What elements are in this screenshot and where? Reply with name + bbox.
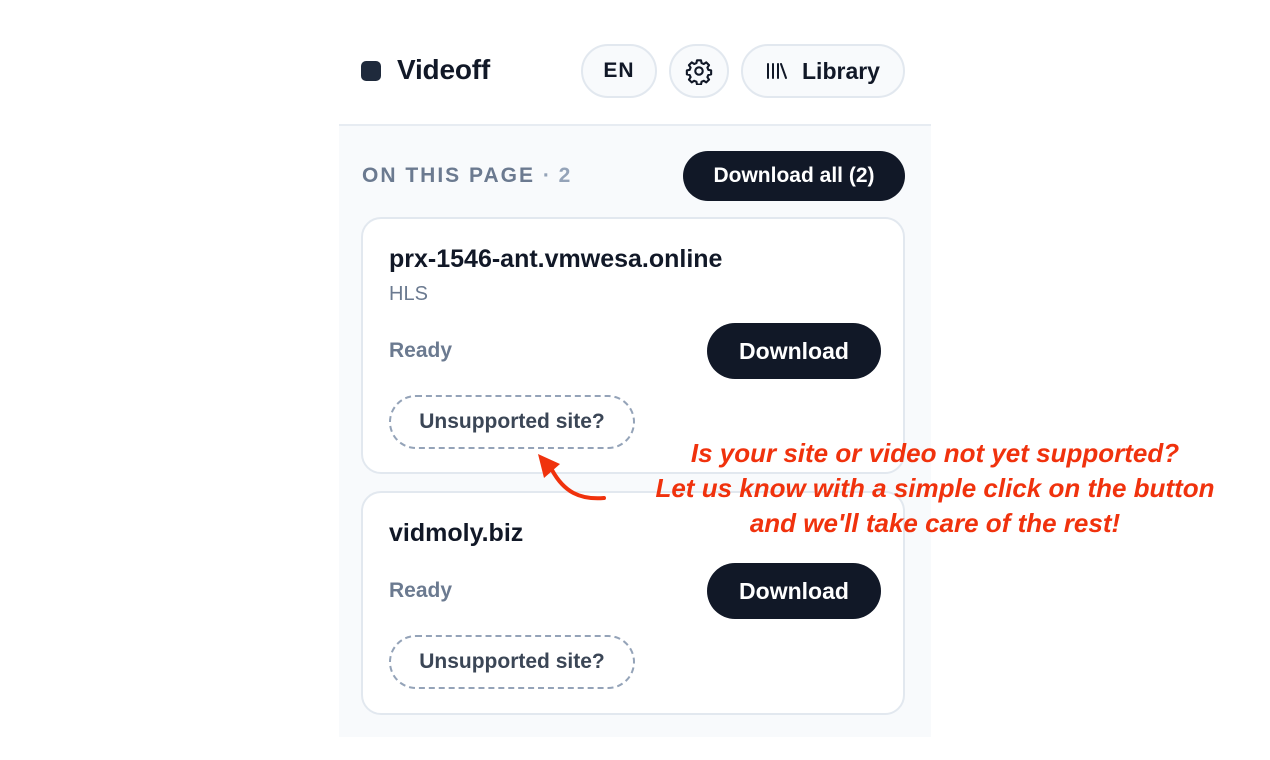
brand-name: Videoff [397,54,490,85]
section-separator: · [542,164,551,187]
popup-header: Videoff EN Library [339,0,931,126]
section-label: ON THIS PAGE [362,164,535,187]
annotation-callout: Is your site or video not yet supported?… [600,436,1270,541]
settings-button[interactable] [669,44,729,98]
download-button[interactable]: Download [707,563,881,619]
download-button[interactable]: Download [707,323,881,379]
media-status: Ready [389,339,453,362]
popup-body: ON THIS PAGE · 2 Download all (2) prx-15… [339,126,931,737]
section-heading: ON THIS PAGE · 2 [362,164,571,188]
media-status: Ready [389,579,453,602]
language-button[interactable]: EN [581,44,657,98]
media-title: prx-1546-ant.vmwesa.online [389,245,723,273]
media-format: HLS [389,283,428,305]
unsupported-site-button[interactable]: Unsupported site? [389,635,635,689]
section-count: 2 [558,164,572,187]
annotation-arrow-icon [538,454,606,501]
unsupported-site-button[interactable]: Unsupported site? [389,395,635,449]
screenshot-stage: Videoff EN Library ON THIS PAGE · 2 Down… [0,0,1270,760]
library-button[interactable]: Library [741,44,905,98]
media-title: vidmoly.biz [389,519,524,547]
library-label: Library [802,57,880,84]
download-all-button[interactable]: Download all (2) [683,151,905,201]
annotation-line: Is your site or video not yet supported? [690,438,1180,468]
annotation-line: and we'll take care of the rest! [749,508,1121,538]
gear-icon [685,57,713,85]
brand-logo-icon [361,61,381,81]
library-icon [766,61,788,81]
annotation-line: Let us know with a simple click on the b… [655,473,1215,503]
extension-popup: Videoff EN Library ON THIS PAGE · 2 Down… [339,0,931,737]
